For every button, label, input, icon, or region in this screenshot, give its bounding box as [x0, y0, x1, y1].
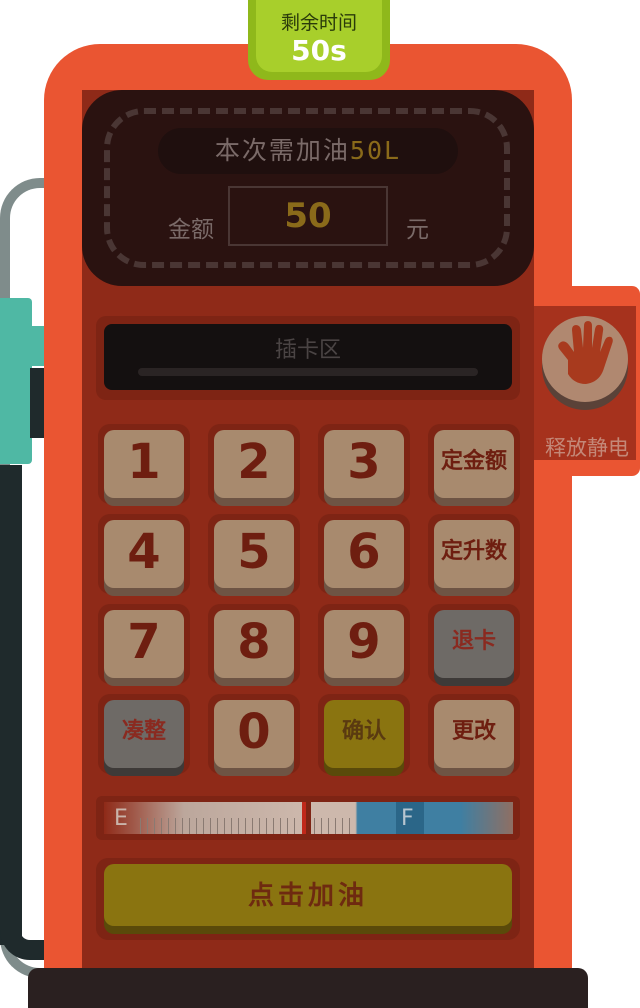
- key-6[interactable]: 6: [324, 520, 404, 588]
- key-4[interactable]: 4: [104, 520, 184, 588]
- key-9[interactable]: 9: [324, 610, 404, 678]
- timer-label: 剩余时间: [280, 12, 357, 34]
- round-up-button[interactable]: 凑整: [104, 700, 184, 768]
- fuel-hose-lower: [0, 465, 22, 945]
- timer-value: 50s: [291, 34, 347, 67]
- static-release-label: 释放静电: [545, 436, 629, 460]
- pump-base: [28, 968, 588, 1008]
- timer: 剩余时间 50s: [256, 0, 382, 72]
- key-8[interactable]: 8: [214, 610, 294, 678]
- fuel-nozzle[interactable]: [0, 298, 32, 464]
- key-7[interactable]: 7: [104, 610, 184, 678]
- amount-value: 50: [228, 186, 388, 246]
- fixed-amount-button[interactable]: 定金额: [434, 430, 514, 498]
- confirm-button[interactable]: 确认: [324, 700, 404, 768]
- gauge-ticks: [140, 818, 300, 834]
- key-3[interactable]: 3: [324, 430, 404, 498]
- currency-label: 元: [406, 217, 429, 243]
- gauge-empty-label: E: [114, 806, 128, 831]
- requirement-text: 本次需加油: [214, 136, 350, 165]
- modify-button[interactable]: 更改: [434, 700, 514, 768]
- key-1[interactable]: 1: [104, 430, 184, 498]
- nozzle-tab: [30, 326, 44, 366]
- key-2[interactable]: 2: [214, 430, 294, 498]
- fuel-requirement: 本次需加油50L: [158, 128, 458, 174]
- gauge-full-label: F: [401, 806, 414, 831]
- start-fueling-button[interactable]: 点击加油: [104, 864, 512, 926]
- amount-label: 金额: [168, 217, 214, 243]
- card-slot-opening: [138, 368, 478, 376]
- key-0[interactable]: 0: [214, 700, 294, 768]
- gauge-needle: [302, 802, 306, 834]
- hand-icon: [558, 321, 613, 384]
- eject-card-button[interactable]: 退卡: [434, 610, 514, 678]
- fixed-liters-button[interactable]: 定升数: [434, 520, 514, 588]
- requirement-amount: 50L: [349, 136, 402, 165]
- gauge-ticks: [314, 818, 354, 834]
- card-slot-label: 插卡区: [274, 338, 341, 363]
- key-5[interactable]: 5: [214, 520, 294, 588]
